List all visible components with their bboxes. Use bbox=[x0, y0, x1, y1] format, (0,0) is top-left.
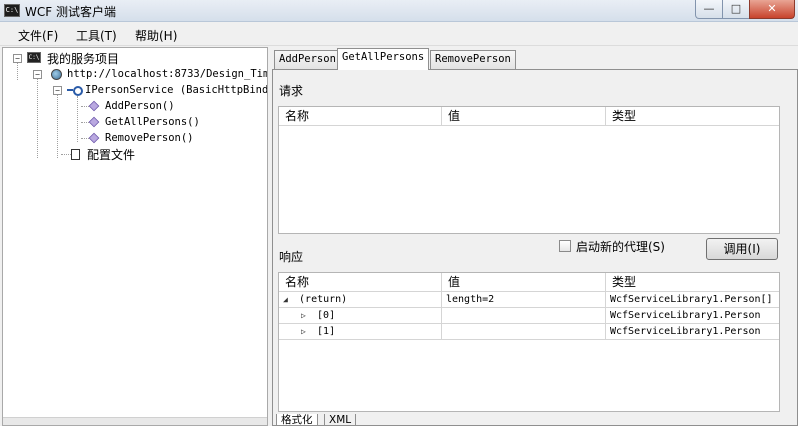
table-row[interactable]: ▷ [1] WcfServiceLibrary1.Person bbox=[279, 324, 779, 340]
tab-getallpersons[interactable]: GetAllPersons bbox=[337, 48, 430, 70]
column-header-type[interactable]: 类型 bbox=[606, 273, 779, 292]
app-icon: C:\ bbox=[4, 4, 20, 17]
method-icon bbox=[88, 100, 100, 112]
tree-operation-addperson[interactable]: AddPerson() bbox=[105, 100, 175, 116]
operation-panel: AddPerson GetAllPersons RemovePerson 请求 … bbox=[272, 47, 798, 426]
title-bar[interactable]: C:\ WCF 测试客户端 — □ ✕ bbox=[0, 0, 798, 22]
collapse-expander[interactable]: − bbox=[53, 86, 62, 95]
tree-horizontal-scrollbar[interactable] bbox=[3, 417, 267, 425]
column-header-name[interactable]: 名称 bbox=[279, 273, 442, 292]
tree-connector bbox=[77, 96, 78, 142]
config-file-icon bbox=[71, 149, 80, 160]
table-row[interactable]: ▷ [0] WcfServiceLibrary1.Person bbox=[279, 308, 779, 324]
interface-icon bbox=[67, 85, 83, 96]
menu-help[interactable]: 帮助(H) bbox=[135, 27, 177, 44]
response-label: 响应 bbox=[279, 250, 304, 264]
cell-name: ◢ (return) bbox=[279, 292, 442, 308]
new-proxy-checkbox[interactable] bbox=[559, 240, 571, 252]
response-grid-header: 名称 值 类型 bbox=[279, 273, 779, 292]
globe-icon bbox=[51, 69, 62, 80]
column-header-value[interactable]: 值 bbox=[442, 107, 606, 126]
table-row[interactable]: ◢ (return) length=2 WcfServiceLibrary1.P… bbox=[279, 292, 779, 308]
tree-root-label[interactable]: 我的服务项目 bbox=[47, 50, 119, 66]
method-icon bbox=[88, 116, 100, 128]
cell-type: WcfServiceLibrary1.Person bbox=[610, 310, 761, 321]
cell-value: length=2 bbox=[442, 292, 606, 308]
tree-service-label[interactable]: IPersonService (BasicHttpBinding bbox=[85, 84, 267, 100]
service-tree: − C:\ 我的服务项目 − http://localhost:8733/Des… bbox=[2, 47, 268, 426]
request-label: 请求 bbox=[279, 84, 304, 98]
cell-type: WcfServiceLibrary1.Person bbox=[610, 326, 761, 337]
console-icon: C:\ bbox=[27, 52, 41, 63]
cell-name-text: [0] bbox=[317, 310, 336, 321]
column-header-name[interactable]: 名称 bbox=[279, 107, 442, 126]
new-proxy-label[interactable]: 启动新的代理(S) bbox=[576, 238, 665, 255]
cell-type: WcfServiceLibrary1.Person[] bbox=[610, 294, 773, 305]
method-icon bbox=[88, 132, 100, 144]
tab-formatted[interactable]: 格式化 bbox=[276, 414, 318, 426]
expand-triangle-icon[interactable]: ▷ bbox=[301, 308, 311, 323]
request-grid[interactable]: 名称 值 类型 bbox=[278, 106, 780, 234]
cell-value bbox=[442, 324, 606, 340]
response-grid[interactable]: 名称 值 类型 ◢ (return) length=2 WcfServiceLi… bbox=[278, 272, 780, 412]
column-header-type[interactable]: 类型 bbox=[606, 107, 779, 126]
tab-xml[interactable]: XML bbox=[324, 414, 357, 426]
tree-config-label[interactable]: 配置文件 bbox=[87, 146, 135, 162]
column-header-value[interactable]: 值 bbox=[442, 273, 606, 292]
tree-endpoint-label[interactable]: http://localhost:8733/Design_Time bbox=[67, 68, 267, 84]
tree-operation-getallpersons[interactable]: GetAllPersons() bbox=[105, 116, 200, 132]
menu-tools[interactable]: 工具(T) bbox=[76, 27, 117, 44]
cell-name: ▷ [1] bbox=[279, 324, 442, 340]
tree-connector bbox=[61, 154, 71, 155]
collapse-expander[interactable]: − bbox=[13, 54, 22, 63]
menu-file[interactable]: 文件(F) bbox=[18, 27, 58, 44]
minimize-button[interactable]: — bbox=[695, 0, 723, 19]
expand-triangle-icon[interactable]: ▷ bbox=[301, 324, 311, 339]
invoke-button[interactable]: 调用(I) bbox=[706, 238, 778, 260]
window-title: WCF 测试客户端 bbox=[25, 5, 116, 19]
cell-name-text: (return) bbox=[299, 294, 348, 305]
request-grid-header: 名称 值 类型 bbox=[279, 107, 779, 126]
tree-connector bbox=[17, 62, 18, 80]
maximize-button[interactable]: □ bbox=[722, 0, 750, 19]
cell-name: ▷ [0] bbox=[279, 308, 442, 324]
menu-bar: 文件(F) 工具(T) 帮助(H) bbox=[0, 22, 798, 46]
tree-connector bbox=[37, 78, 38, 158]
tree-connector bbox=[57, 94, 58, 158]
tab-removeperson[interactable]: RemovePerson bbox=[430, 50, 516, 69]
tab-addperson[interactable]: AddPerson bbox=[274, 50, 341, 69]
cell-name-text: [1] bbox=[317, 326, 336, 337]
tab-page: 请求 名称 值 类型 启动新的代理(S) 调用(I) 响应 名称 值 类型 ◢ … bbox=[272, 69, 798, 426]
close-button[interactable]: ✕ bbox=[749, 0, 795, 19]
collapse-triangle-icon[interactable]: ◢ bbox=[283, 292, 293, 307]
collapse-expander[interactable]: − bbox=[33, 70, 42, 79]
cell-value bbox=[442, 308, 606, 324]
